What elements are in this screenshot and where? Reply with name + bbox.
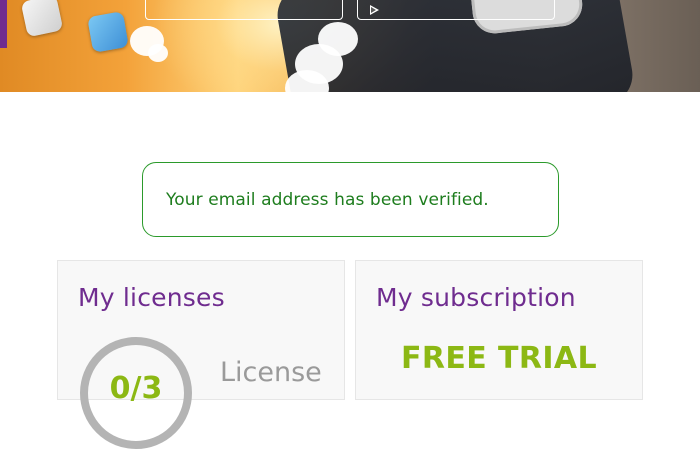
hero-cloud (318, 22, 358, 56)
email-verified-alert: Your email address has been verified. (142, 162, 559, 237)
license-usage-ring: 0/3 (80, 337, 192, 449)
subscription-card-title: My subscription (376, 283, 576, 312)
alert-message: Your email address has been verified. (166, 189, 489, 210)
hero-right-button[interactable] (357, 0, 555, 20)
hero-banner (0, 0, 700, 92)
hero-left-button[interactable] (145, 0, 343, 20)
subscription-card: My subscription FREE TRIAL (355, 260, 643, 400)
app-icon-image (87, 11, 129, 53)
license-usage-count: 0/3 (109, 371, 163, 406)
play-icon (370, 5, 379, 15)
licenses-card-title: My licenses (78, 283, 225, 312)
license-label: License (220, 357, 322, 388)
app-icon-image (20, 0, 64, 38)
hero-cloud (148, 44, 168, 62)
hero-purple-strip (0, 0, 7, 48)
licenses-card: My licenses 0/3 License (57, 260, 345, 449)
subscription-plan-name: FREE TRIAL (400, 341, 598, 376)
